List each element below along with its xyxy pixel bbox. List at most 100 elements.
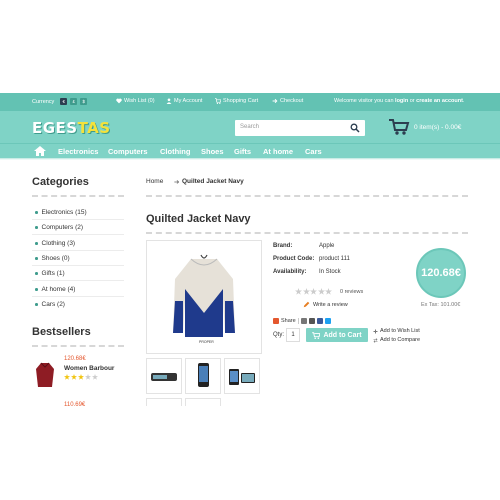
add-to-cart-button[interactable]: Add to Cart [306,328,368,342]
login-link[interactable]: login [395,98,408,104]
nav-item-gifts[interactable]: Gifts [234,147,251,156]
image-caption: PROPER [199,340,214,344]
my-account-link[interactable]: My Account [166,98,202,104]
nav-item-at-home[interactable]: At home [263,147,293,156]
search-input[interactable]: Search [235,120,365,136]
cart-icon[interactable] [388,118,410,136]
home-icon[interactable] [34,146,46,156]
category-item-gifts[interactable]: Gifts (1) [35,270,65,277]
brand-label: Brand: [273,243,293,249]
write-review-link[interactable]: Write a review [303,301,348,308]
quantity-input[interactable]: 1 [286,328,300,342]
currency-euro-button[interactable]: € [60,98,68,105]
pencil-icon [303,301,310,308]
category-label: Cars (2) [41,301,65,308]
bestseller-name[interactable]: Women Barbour [64,365,114,372]
cart-summary[interactable]: 0 item(s) - 0.00€ [414,124,461,131]
category-label: Shoes (0) [41,255,70,262]
site-logo[interactable]: EGESTAS [32,119,111,137]
add-to-wishlist-link[interactable]: Add to Wish List [373,328,420,334]
product-main-image[interactable]: PROPER [146,240,262,354]
category-separator [32,219,124,220]
product-thumbnail[interactable] [185,358,221,394]
category-item-cars[interactable]: Cars (2) [35,301,65,308]
currency-label: Currency [32,98,55,105]
star-filled-icon [64,374,70,380]
main-nav: Electronics Computers Clothing Shoes Gif… [0,143,500,158]
currency-pound-button[interactable]: £ [70,98,78,105]
add-to-compare-link[interactable]: Add to Compare [373,337,420,343]
welcome-suffix: . [462,98,465,104]
breadcrumb-home[interactable]: Home [146,178,163,185]
add-to-cart-label: Add to Cart [323,331,362,339]
category-item-electronics[interactable]: Electronics (15) [35,209,87,216]
product-title: Quilted Jacket Navy [146,213,251,225]
review-count[interactable]: 0 reviews [340,289,363,295]
share-label[interactable]: Share [281,318,296,324]
category-item-clothing[interactable]: Clothing (3) [35,240,75,247]
nav-item-electronics[interactable]: Electronics [58,147,98,156]
bestseller-thumbnail[interactable] [34,361,56,389]
shopping-cart-link[interactable]: Shopping Cart [215,98,258,104]
sweater-image [173,254,235,345]
logo-part-2: TAS [77,119,111,137]
share-plus-icon[interactable] [273,318,279,324]
search-icon[interactable] [350,123,360,133]
product-thumbnail[interactable] [146,358,182,394]
email-icon[interactable] [300,318,307,324]
nav-item-clothing[interactable]: Clothing [160,147,190,156]
user-icon [166,98,172,104]
nav-item-computers[interactable]: Computers [108,147,148,156]
category-separator [32,234,124,235]
product-thumbnail[interactable] [224,358,260,394]
title-divider [146,232,468,234]
breadcrumb-current[interactable]: Quilted Jacket Navy [182,178,244,185]
star-empty-icon [295,288,302,295]
category-item-shoes[interactable]: Shoes (0) [35,255,70,262]
bullet [35,242,38,245]
welcome-message: Welcome visitor you can login or create … [334,98,464,104]
checkout-link[interactable]: Checkout [272,98,303,104]
brand-value[interactable]: Apple [319,243,334,249]
category-label: Gifts (1) [41,270,65,277]
thumbnail-image [229,369,255,385]
currency-dollar-button[interactable]: $ [80,98,88,105]
product-thumbnail[interactable] [185,398,221,406]
print-icon[interactable] [308,318,315,324]
nav-shadow [0,158,500,160]
star-empty-icon [325,288,332,295]
star-empty-icon [302,288,310,295]
bullet [35,257,38,260]
star-empty-icon [310,288,317,295]
share-separator [297,318,299,324]
breadcrumb-arrow-icon: ➔ [174,179,180,186]
nav-item-shoes[interactable]: Shoes [201,147,224,156]
shopping-cart-label: Shopping Cart [223,98,259,104]
availability-label: Availability: [273,269,307,275]
categories-divider [32,195,124,197]
add-to-compare-label: Add to Compare [380,337,421,343]
nav-item-cars[interactable]: Cars [305,147,322,156]
category-separator [32,280,124,281]
create-account-link[interactable]: create an account [416,98,463,104]
category-item-computers[interactable]: Computers (2) [35,224,83,231]
twitter-icon[interactable] [324,318,331,324]
star-filled-icon [71,374,77,380]
availability-value: In Stock [319,269,341,275]
category-label: Electronics (15) [41,209,87,216]
wishlist-link[interactable]: Wish List (0) [116,98,155,104]
star-empty-icon [92,374,98,380]
star-empty-icon [85,374,91,380]
bullet [35,288,38,291]
write-review-label: Write a review [313,301,348,308]
category-separator [32,296,124,297]
category-item-at-home[interactable]: At home (4) [35,286,75,293]
product-thumbnail[interactable] [146,398,182,406]
checkout-icon [272,98,278,104]
welcome-prefix: Welcome visitor you can [334,98,396,104]
facebook-icon[interactable] [316,318,323,324]
qty-label: Qty: [273,332,285,338]
bestsellers-title: Bestsellers [32,326,91,338]
share-bar: Share [273,318,331,324]
bestseller-price-2: 110.69€ [64,402,86,408]
